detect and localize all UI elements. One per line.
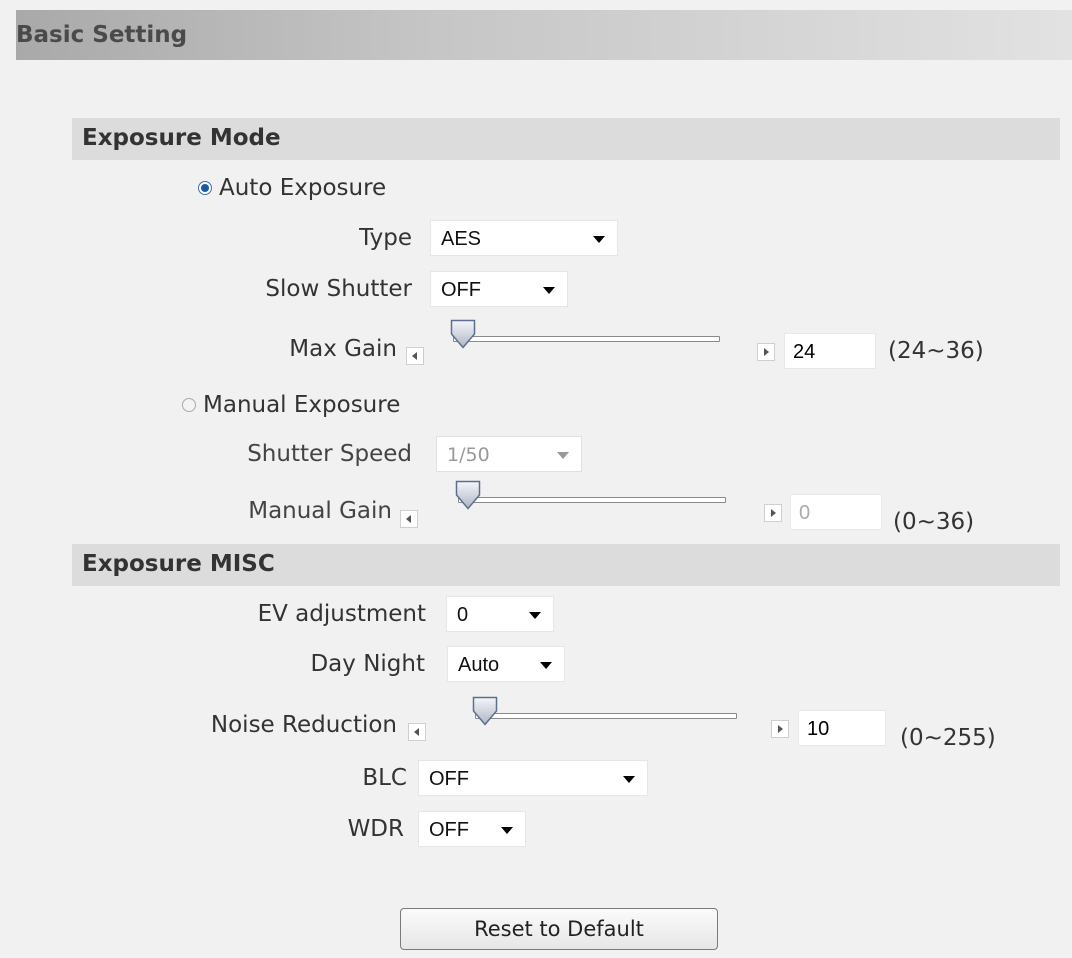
manual-exposure-label: Manual Exposure bbox=[203, 392, 401, 418]
manual-gain-label: Manual Gain bbox=[248, 498, 392, 524]
manual-exposure-radio-row[interactable]: Manual Exposure bbox=[182, 392, 400, 418]
noise-reduction-input-value: 10 bbox=[807, 718, 830, 740]
max-gain-input-value: 24 bbox=[793, 341, 816, 363]
manual-gain-slider-thumb[interactable] bbox=[455, 480, 481, 510]
chevron-down-icon bbox=[593, 236, 605, 243]
auto-exposure-radio[interactable] bbox=[198, 181, 212, 195]
wdr-select[interactable]: OFF bbox=[418, 811, 526, 847]
slow-shutter-label: Slow Shutter bbox=[265, 276, 412, 302]
chevron-down-icon bbox=[501, 827, 513, 834]
max-gain-increase-button[interactable] bbox=[757, 343, 775, 361]
basic-setting-header: Basic Setting bbox=[16, 10, 1072, 60]
arrow-left-icon bbox=[406, 515, 411, 523]
day-night-select-value: Auto bbox=[458, 654, 500, 676]
chevron-down-icon bbox=[623, 776, 635, 783]
ev-adjustment-select-value: 0 bbox=[457, 604, 469, 626]
auto-exposure-radio-row[interactable]: Auto Exposure bbox=[198, 175, 386, 201]
exposure-misc-section-header: Exposure MISC bbox=[72, 544, 1060, 586]
type-select-value: AES bbox=[441, 228, 482, 250]
exposure-mode-section-header: Exposure Mode bbox=[72, 118, 1060, 160]
shutter-speed-label: Shutter Speed bbox=[247, 441, 412, 467]
chevron-down-icon bbox=[540, 662, 552, 669]
slow-shutter-select[interactable]: OFF bbox=[430, 271, 568, 307]
arrow-left-icon bbox=[412, 352, 417, 360]
max-gain-input[interactable]: 24 bbox=[784, 333, 876, 369]
blc-select-value: OFF bbox=[429, 768, 469, 790]
max-gain-slider-thumb[interactable] bbox=[450, 319, 476, 349]
chevron-down-icon bbox=[529, 612, 541, 619]
slow-shutter-select-value: OFF bbox=[441, 279, 481, 301]
chevron-down-icon bbox=[543, 287, 555, 294]
noise-reduction-range: (0~255) bbox=[900, 725, 996, 751]
auto-exposure-label: Auto Exposure bbox=[219, 175, 387, 201]
manual-gain-increase-button[interactable] bbox=[764, 504, 782, 522]
arrow-left-icon bbox=[414, 728, 419, 736]
type-select[interactable]: AES bbox=[430, 220, 618, 256]
day-night-label: Day Night bbox=[310, 651, 425, 677]
arrow-right-icon bbox=[764, 348, 769, 356]
noise-reduction-input[interactable]: 10 bbox=[798, 710, 886, 746]
exposure-misc-title: Exposure MISC bbox=[82, 551, 275, 577]
manual-gain-range: (0~36) bbox=[893, 509, 975, 535]
noise-reduction-decrease-button[interactable] bbox=[408, 723, 426, 741]
exposure-mode-title: Exposure Mode bbox=[82, 125, 281, 151]
max-gain-decrease-button[interactable] bbox=[406, 347, 424, 365]
noise-reduction-label: Noise Reduction bbox=[210, 712, 397, 738]
ev-adjustment-label: EV adjustment bbox=[257, 601, 426, 627]
day-night-select[interactable]: Auto bbox=[447, 646, 565, 682]
chevron-down-icon bbox=[557, 452, 569, 459]
noise-reduction-increase-button[interactable] bbox=[771, 720, 789, 738]
shutter-speed-select-value: 1/50 bbox=[447, 444, 490, 466]
manual-gain-decrease-button[interactable] bbox=[400, 510, 418, 528]
noise-reduction-slider-track[interactable] bbox=[475, 713, 737, 719]
manual-gain-input[interactable]: 0 bbox=[790, 494, 882, 530]
type-label: Type bbox=[359, 225, 412, 251]
page-title: Basic Setting bbox=[16, 22, 188, 48]
manual-gain-slider-track[interactable] bbox=[458, 497, 726, 503]
max-gain-range: (24~36) bbox=[888, 338, 984, 364]
wdr-label: WDR bbox=[347, 816, 404, 842]
reset-to-default-button[interactable]: Reset to Default bbox=[400, 908, 718, 950]
wdr-select-value: OFF bbox=[429, 819, 469, 841]
ev-adjustment-select[interactable]: 0 bbox=[446, 596, 554, 632]
blc-select[interactable]: OFF bbox=[418, 760, 648, 796]
manual-exposure-radio[interactable] bbox=[182, 398, 196, 412]
blc-label: BLC bbox=[362, 765, 407, 791]
noise-reduction-slider-thumb[interactable] bbox=[472, 696, 498, 726]
max-gain-label: Max Gain bbox=[289, 336, 397, 362]
max-gain-slider-track[interactable] bbox=[453, 336, 720, 342]
manual-gain-input-value: 0 bbox=[799, 502, 811, 524]
arrow-right-icon bbox=[778, 725, 783, 733]
shutter-speed-select[interactable]: 1/50 bbox=[436, 436, 582, 472]
arrow-right-icon bbox=[771, 509, 776, 517]
